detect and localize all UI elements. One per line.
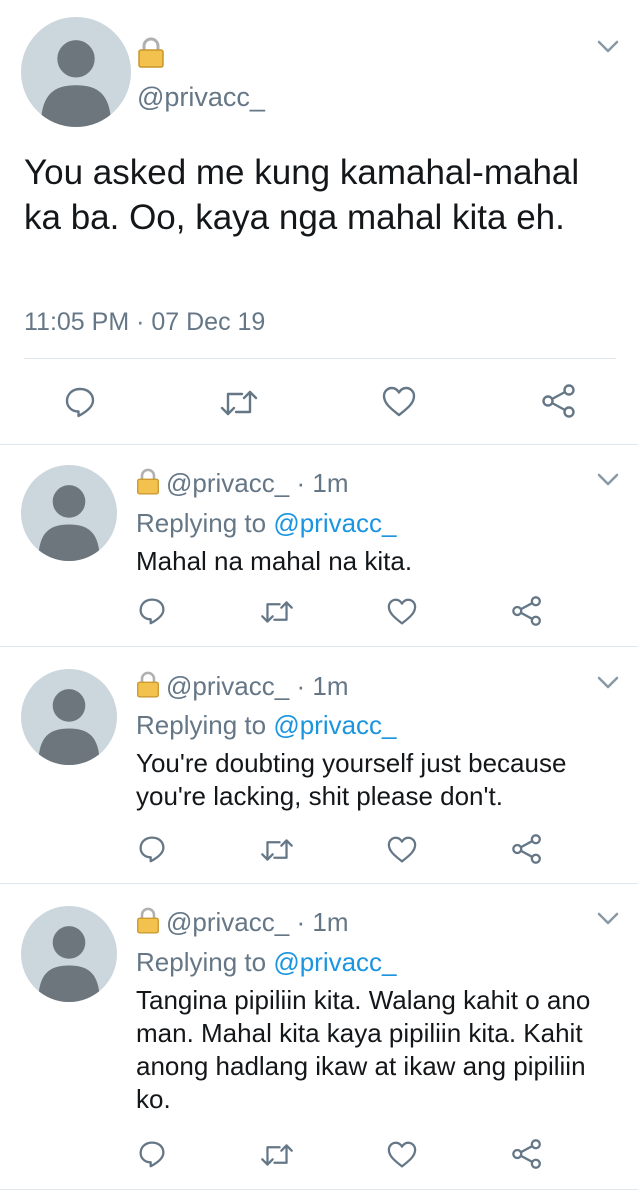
main-tweet: @privacc_ You asked me kung kamahal-maha… [0, 0, 638, 445]
mention-link[interactable]: @privacc_ [273, 947, 396, 977]
chevron-down-icon[interactable] [597, 40, 619, 54]
share-icon[interactable] [511, 834, 543, 864]
divider [24, 358, 616, 359]
reply-icon[interactable] [138, 835, 166, 863]
replying-prefix: Replying to [136, 947, 267, 977]
retweet-icon[interactable] [260, 599, 294, 625]
replying-to: Replying to @privacc_ [136, 947, 397, 978]
like-icon[interactable] [387, 836, 417, 864]
chevron-down-icon[interactable] [597, 473, 619, 487]
reply-header: @privacc_ · 1m [136, 906, 348, 938]
lock-icon [137, 671, 159, 698]
retweet-icon[interactable] [220, 388, 258, 418]
separator: · [296, 907, 306, 937]
reply-time[interactable]: 1m [312, 671, 348, 701]
avatar[interactable] [21, 669, 117, 765]
reply-tweet[interactable]: @privacc_ · 1m Replying to @privacc_ Mah… [0, 445, 638, 647]
reply-time[interactable]: 1m [312, 907, 348, 937]
reply-handle[interactable]: @privacc_ [166, 671, 289, 701]
chevron-down-icon[interactable] [597, 676, 619, 690]
separator: · [296, 671, 306, 701]
chevron-down-icon[interactable] [597, 912, 619, 926]
reply-header: @privacc_ · 1m [136, 467, 348, 499]
tweet-text: You asked me kung kamahal-mahal ka ba. O… [24, 153, 580, 237]
lock-icon [138, 37, 164, 68]
like-icon[interactable] [382, 386, 416, 418]
lock-icon [137, 468, 159, 495]
reply-handle[interactable]: @privacc_ [166, 907, 289, 937]
reply-text: Tangina pipiliin kita. Walang kahit o an… [136, 985, 591, 1114]
reply-handle[interactable]: @privacc_ [166, 468, 289, 498]
avatar[interactable] [21, 17, 131, 127]
share-icon[interactable] [511, 1139, 543, 1169]
replying-prefix: Replying to [136, 710, 267, 740]
separator: · [296, 468, 306, 498]
share-icon[interactable] [511, 596, 543, 626]
default-avatar-icon [38, 485, 100, 561]
mention-link[interactable]: @privacc_ [273, 710, 396, 740]
reply-icon[interactable] [138, 597, 166, 625]
tweet-handle[interactable]: @privacc_ [137, 82, 265, 113]
reply-header: @privacc_ · 1m [136, 670, 348, 702]
reply-text: You're doubting yourself just because yo… [136, 748, 567, 811]
retweet-icon[interactable] [260, 837, 294, 863]
like-icon[interactable] [387, 1141, 417, 1169]
default-avatar-icon [40, 40, 112, 127]
reply-text: Mahal na mahal na kita. [136, 546, 413, 576]
default-avatar-icon [38, 689, 100, 765]
reply-tweet[interactable]: @privacc_ · 1m Replying to @privacc_ You… [0, 647, 638, 884]
reply-tweet[interactable]: @privacc_ · 1m Replying to @privacc_ Tan… [0, 884, 638, 1190]
replying-to: Replying to @privacc_ [136, 710, 397, 741]
lock-icon [137, 907, 159, 934]
replying-prefix: Replying to [136, 508, 267, 538]
tweet-timestamp[interactable]: 11:05 PM · 07 Dec 19 [24, 308, 265, 337]
mention-link[interactable]: @privacc_ [273, 508, 396, 538]
reply-icon[interactable] [64, 386, 96, 418]
avatar[interactable] [21, 465, 117, 561]
like-icon[interactable] [387, 598, 417, 626]
default-avatar-icon [38, 926, 100, 1002]
share-icon[interactable] [541, 384, 577, 418]
avatar[interactable] [21, 906, 117, 1002]
reply-time[interactable]: 1m [312, 468, 348, 498]
retweet-icon[interactable] [260, 1142, 294, 1168]
replying-to: Replying to @privacc_ [136, 508, 397, 539]
reply-icon[interactable] [138, 1140, 166, 1168]
